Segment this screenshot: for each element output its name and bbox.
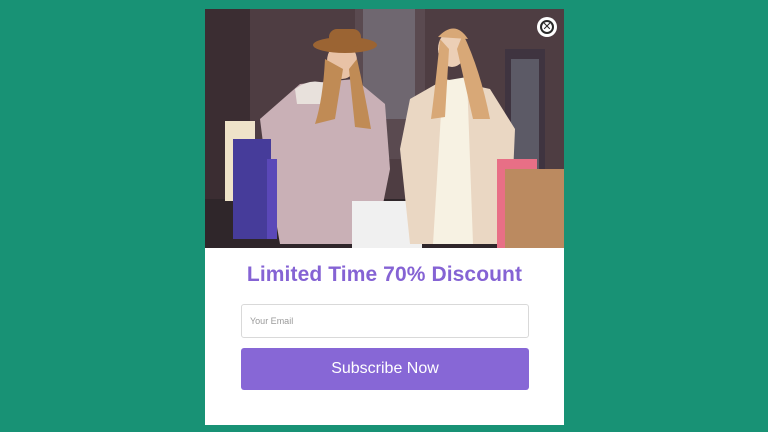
- shopping-women-photo: [205, 9, 564, 248]
- subscribe-popup: ✕ Limited Time 70% Discount Subscribe No…: [205, 9, 564, 425]
- close-button[interactable]: ✕: [537, 17, 557, 37]
- email-field[interactable]: [241, 304, 529, 338]
- hero-image: ✕: [205, 9, 564, 248]
- close-icon: ✕: [540, 20, 554, 34]
- popup-title: Limited Time 70% Discount: [246, 263, 523, 286]
- subscribe-button[interactable]: Subscribe Now: [241, 348, 529, 390]
